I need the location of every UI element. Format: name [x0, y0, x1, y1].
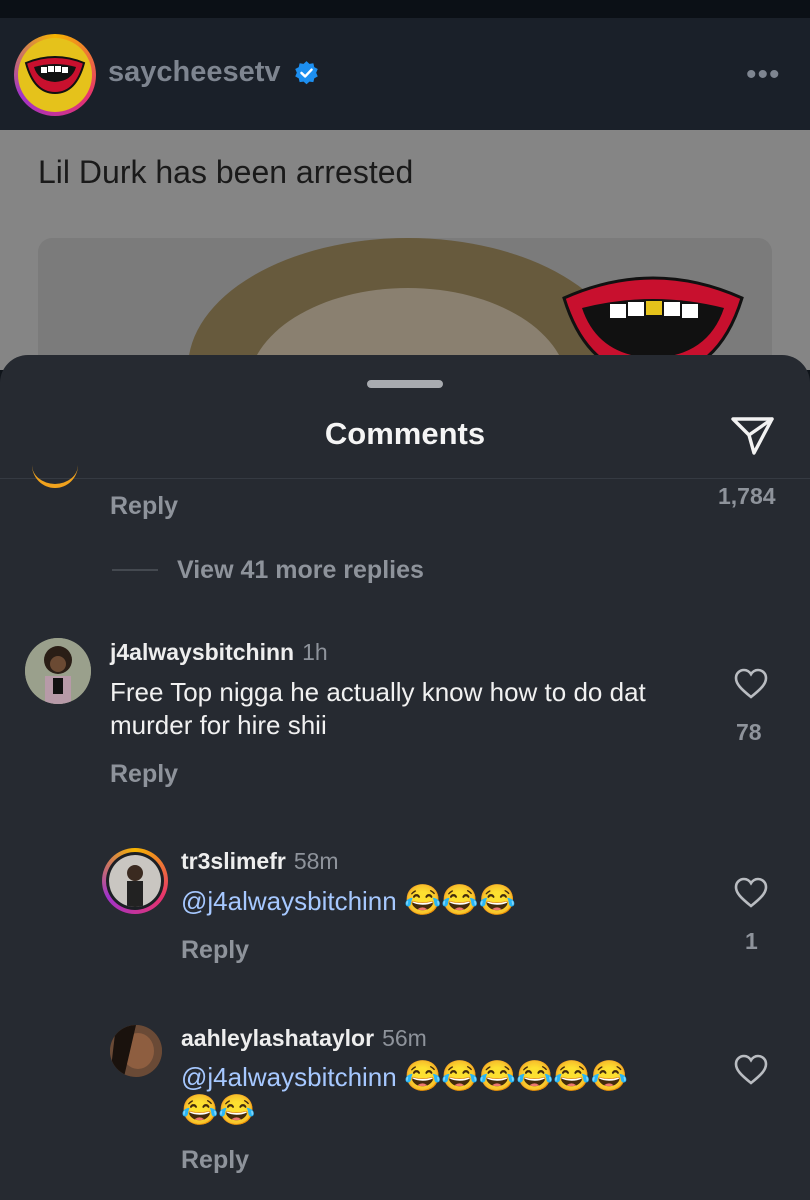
reply-button[interactable]: Reply: [110, 760, 178, 789]
like-count: 1,784: [718, 483, 776, 509]
comment-username[interactable]: aahleylashataylor 56m: [181, 1025, 427, 1052]
comment-text: @j4alwaysbitchinn 😂😂😂: [181, 884, 701, 918]
post-caption: Lil Durk has been arrested: [38, 154, 414, 190]
comment-username[interactable]: j4alwaysbitchinn 1h: [110, 639, 328, 666]
more-options-icon[interactable]: •••: [746, 58, 781, 92]
laughing-emoji: 😂😂😂😂😂😂: [403, 1060, 629, 1093]
comment-avatar[interactable]: [110, 1025, 162, 1077]
post-author-username[interactable]: saycheesetv: [108, 56, 281, 89]
status-bar: [0, 0, 810, 18]
comment-avatar[interactable]: [25, 638, 91, 704]
sheet-divider: [0, 478, 810, 479]
comment-time: 1h: [302, 639, 328, 665]
comment-time: 58m: [293, 848, 339, 874]
like-count: 1: [745, 928, 758, 954]
verified-badge-icon: [295, 61, 318, 85]
post-author-avatar[interactable]: [14, 34, 96, 116]
view-more-line: [112, 569, 158, 571]
comment-text: @j4alwaysbitchinn 😂😂😂😂😂😂 😂😂: [181, 1060, 721, 1128]
like-count: 78: [736, 719, 762, 745]
comment-text: Free Top nigga he actually know how to d…: [110, 677, 646, 740]
send-icon[interactable]: [728, 411, 776, 459]
heart-icon[interactable]: [734, 668, 768, 700]
reply-button[interactable]: Reply: [110, 492, 178, 521]
heart-icon[interactable]: [734, 877, 768, 909]
user-photo-icon: [110, 1025, 162, 1077]
view-more-replies-button[interactable]: View 41 more replies: [177, 556, 424, 585]
mention-link[interactable]: @j4alwaysbitchinn: [181, 1062, 397, 1092]
reply-button[interactable]: Reply: [181, 936, 249, 965]
user-photo-icon: [109, 855, 161, 907]
comment-avatar[interactable]: [102, 848, 168, 914]
user-photo-icon: [25, 638, 91, 704]
laughing-emoji: 😂😂😂: [403, 884, 517, 917]
reply-button[interactable]: Reply: [181, 1146, 249, 1175]
heart-icon[interactable]: [734, 1054, 768, 1086]
sheet-drag-handle[interactable]: [367, 380, 443, 388]
laughing-emoji: 😂😂: [181, 1094, 256, 1127]
say-cheese-logo-icon: [24, 56, 86, 95]
mention-link[interactable]: @j4alwaysbitchinn: [181, 886, 397, 916]
sheet-title: Comments: [324, 416, 486, 451]
comment-time: 56m: [382, 1025, 427, 1051]
comment-username[interactable]: tr3slimefr 58m: [181, 848, 339, 875]
